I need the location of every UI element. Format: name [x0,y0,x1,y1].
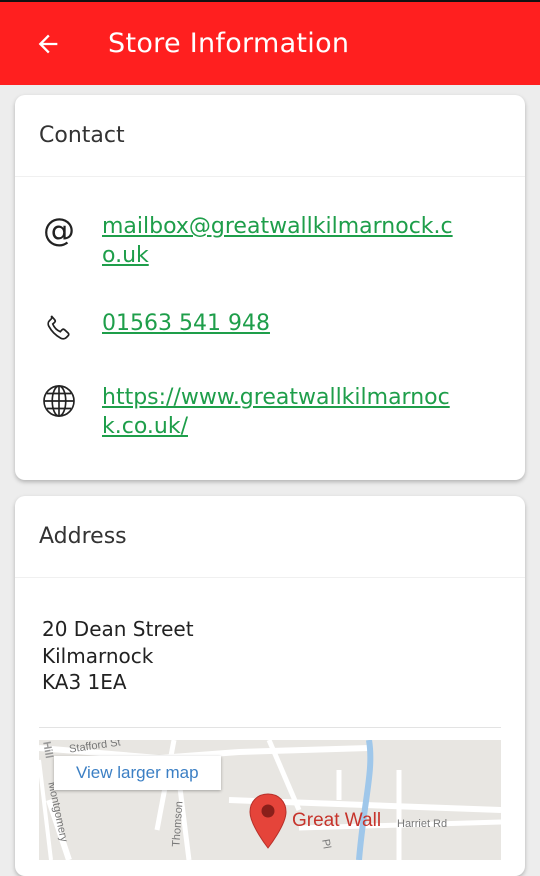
map-pin-label: Great Wall [292,810,382,831]
contact-card: Contact @ mailbox@greatwallkilmarnock.co… [15,95,525,480]
address-line-3: KA3 1EA [42,670,127,694]
back-button[interactable] [28,24,68,64]
view-larger-map-link[interactable]: View larger map [54,756,221,790]
map-street-label: Pl [319,838,333,850]
arrow-back-icon [38,34,58,53]
phone-link[interactable]: 01563 541 948 [102,309,462,338]
at-sign-icon: @ [43,211,75,249]
map-street-label: Harriet Rd [397,818,448,830]
globe-icon [39,381,79,421]
app-bar: Store Information [0,2,540,85]
page-title: Store Information [108,28,350,59]
email-link[interactable]: mailbox@greatwallkilmarnock.co.uk [102,212,462,270]
map-pin-icon[interactable] [248,792,288,850]
phone-icon [39,308,79,348]
address-card: Address 20 Dean Street Kilmarnock KA3 1E… [15,496,525,876]
address-divider [39,727,501,728]
address-line-2: Kilmarnock [42,643,154,668]
address-text: 20 Dean Street Kilmarnock KA3 1EA [42,616,194,696]
store-map[interactable]: Stafford St Montgomery Thomson Harriet R… [39,740,501,860]
address-line-1: 20 Dean Street [42,617,194,641]
contact-header: Contact [15,95,525,177]
address-header: Address [15,496,525,578]
website-link[interactable]: https://www.greatwallkilmarnock.co.uk/ [102,383,462,441]
